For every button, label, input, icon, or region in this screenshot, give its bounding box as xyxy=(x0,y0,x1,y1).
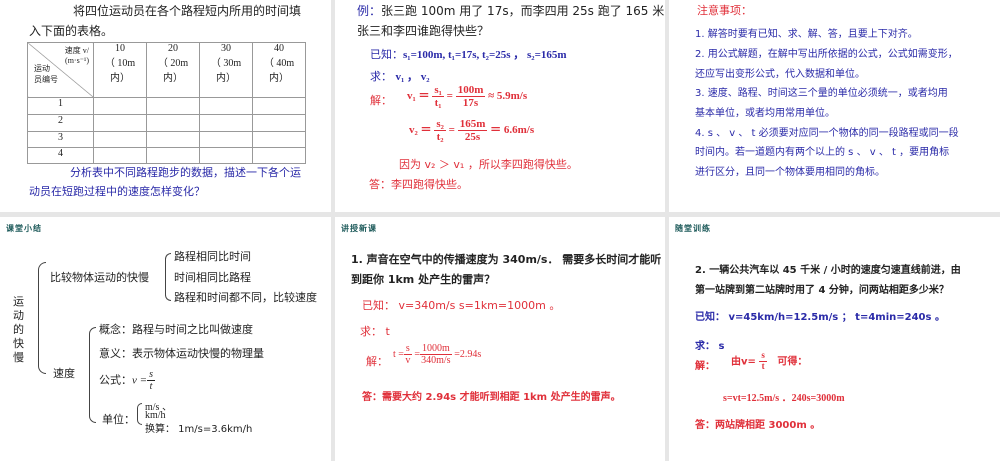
slide-summary[interactable]: 课堂小结 运动的快慢 比较物体运动的快慢 路程相同比时间 时间相同比路程 路程和… xyxy=(0,217,331,461)
section-tag: 课堂小结 xyxy=(6,224,42,233)
note-line: 1. 解答时要有已知、求、解、答，且要上下对齐。 xyxy=(695,29,918,40)
root-label: 运动的快慢 xyxy=(13,295,24,364)
note-line: 2. 用公式解题，在解中写出所依据的公式，公式如需变形， xyxy=(695,49,958,60)
known-line: 已知： v=340m/s s=1km=1000m 。 xyxy=(362,299,561,312)
note-line: 时间内。若一道题内有两个以上的 s 、 v 、 t ，要用角标 xyxy=(695,147,950,158)
compare-label: 比较物体运动的快慢 xyxy=(50,271,149,284)
brace-icon xyxy=(165,253,171,301)
table-row: 1 xyxy=(27,97,306,115)
slide-bus-problem[interactable]: 随堂训练 2. 一辆公共汽车以 45 千米 / 小时的速度匀速直线前进，由 第一… xyxy=(669,217,1000,461)
speed-label: 速度 xyxy=(53,367,75,380)
answer-line: 答：需要大约 2.94s 才能听到相距 1km 处产生的雷声。 xyxy=(362,392,621,403)
conversion-line: 换算： 1m/s=3.6km/h xyxy=(145,424,253,435)
col-header: 10 （ 10m 内） xyxy=(93,42,147,98)
notes-title: 注意事项： xyxy=(697,4,752,17)
unit-header: (m·s⁻¹) xyxy=(65,56,89,65)
example-line1: 例：张三跑 100m 用了 17s，而李四用 25s 跑了 165 米， xyxy=(357,4,665,18)
question-line1: 2. 一辆公共汽车以 45 千米 / 小时的速度匀速直线前进，由 xyxy=(695,265,961,276)
answer-line: 答：两站牌相距 3000m 。 xyxy=(695,420,821,431)
example-line2: 张三和李四谁跑得快些？ xyxy=(357,24,490,38)
solution-label: 解： xyxy=(695,361,715,372)
time-table: 速度 v/ (m·s⁻¹) 运动 员编号 10 （ 10m 内） 20 （ 20m 内）… xyxy=(27,42,306,164)
known-line: 已知：s₁=100m, t₁=17s, t₂=25s ， s₂=165m xyxy=(370,48,567,61)
note-line: 基本单位，或者均用常用单位。 xyxy=(695,108,835,119)
find-line: 求： s xyxy=(695,341,725,352)
title-line1: 将四位运动员在各个路程短内所用的时间填 xyxy=(73,4,302,18)
solution-formula: 由v= st 可得： xyxy=(731,350,808,371)
section-tag: 讲授新课 xyxy=(341,224,377,233)
col-header: 30 （ 30m 内） xyxy=(199,42,253,98)
because-line: 因为 v₂ ＞ v₁ ，所以李四跑得快些。 xyxy=(399,158,578,171)
known-line: 已知： v=45km/h=12.5m/s ； t=4min=240s 。 xyxy=(695,312,945,323)
question-line2: 到距你 1km 处产生的雷声？ xyxy=(351,273,496,286)
compare-item: 时间相同比路程 xyxy=(174,271,251,284)
col-header: 40 （ 40m 内） xyxy=(252,42,306,98)
table-row: 2 xyxy=(27,114,306,132)
question-line2: 第一站牌到第二站牌时用了 4 分钟，问两站相距多少米？ xyxy=(695,285,949,296)
concept-line: 概念：路程与时间之比叫做速度 xyxy=(99,323,253,336)
athlete-header: 运动 xyxy=(34,64,50,73)
compare-item: 路程相同比时间 xyxy=(174,250,251,263)
section-tag: 随堂训练 xyxy=(675,224,711,233)
v1-equation: v₁ ＝ s₁ t₁ = 100m 17s ≈ 5.9m/s xyxy=(407,84,528,110)
slide-notes[interactable]: 注意事项： 1. 解答时要有已知、求、解、答，且要上下对齐。 2. 用公式解题，… xyxy=(669,0,1000,212)
slide-table-exercise[interactable]: 将四位运动员在各个路程短内所用的时间填 入下面的表格。 速度 v/ (m·s⁻¹… xyxy=(0,0,331,212)
formula-line: 公式：v = s t xyxy=(99,369,155,392)
meaning-line: 意义：表示物体运动快慢的物理量 xyxy=(99,347,264,360)
unit-label: 单位： xyxy=(102,413,135,426)
table-row: 4 xyxy=(27,147,306,164)
slide-sound-problem[interactable]: 讲授新课 1. 声音在空气中的传播速度为 340m/s． 需要多长时间才能听 到… xyxy=(335,217,665,461)
note-line: 进行区分，且同一个物体要用相同的角标。 xyxy=(695,167,885,178)
find-line: 求： v₁ ， v₂ xyxy=(370,70,430,83)
speed-header: 速度 v/ xyxy=(64,46,89,55)
solution-label: 解： xyxy=(370,94,392,107)
brace-icon xyxy=(89,327,96,423)
note-line: 还应写出变形公式，代入数据和单位。 xyxy=(695,69,865,80)
col-header: 20 （ 20m 内） xyxy=(146,42,200,98)
solution-label: 解： xyxy=(366,355,388,368)
slide-example[interactable]: 例：张三跑 100m 用了 17s，而李四用 25s 跑了 165 米， 张三和… xyxy=(335,0,665,212)
calculation-line: s=vt=12.5m/s ．240s=3000m xyxy=(723,393,845,404)
note-line: 4. s 、 v 、 t 必须要对应同一个物体的同一段路程或同一段 xyxy=(695,128,959,139)
title-line2: 入下面的表格。 xyxy=(29,24,114,38)
answer-line: 答：李四跑得快些。 xyxy=(369,178,468,191)
v2-equation: v₂ ＝ s₂ t₂ = 165m 25s ＝ 6.6m/s xyxy=(409,118,535,144)
brace-icon xyxy=(137,403,142,425)
question-line1: 1. 声音在空气中的传播速度为 340m/s． 需要多长时间才能听 xyxy=(351,253,662,266)
compare-item: 路程和时间都不同，比较速度 xyxy=(174,291,317,304)
t-equation: t = s v = 1000m 340m/s =2.94s xyxy=(393,343,482,366)
question-line1: 分析表中不同路程跑步的数据，描述一下各个运 xyxy=(70,166,301,179)
question-line2: 动员在短跑过程中的速度怎样变化？ xyxy=(29,185,205,198)
athlete-header-2: 员编号 xyxy=(34,75,58,84)
find-line: 求： t xyxy=(360,325,390,338)
table-row: 3 xyxy=(27,131,306,148)
brace-icon xyxy=(38,262,46,374)
note-line: 3. 速度、路程、时间这三个量的单位必须统一，或者均用 xyxy=(695,88,948,99)
table-corner-header: 速度 v/ (m·s⁻¹) 运动 员编号 xyxy=(27,42,94,98)
